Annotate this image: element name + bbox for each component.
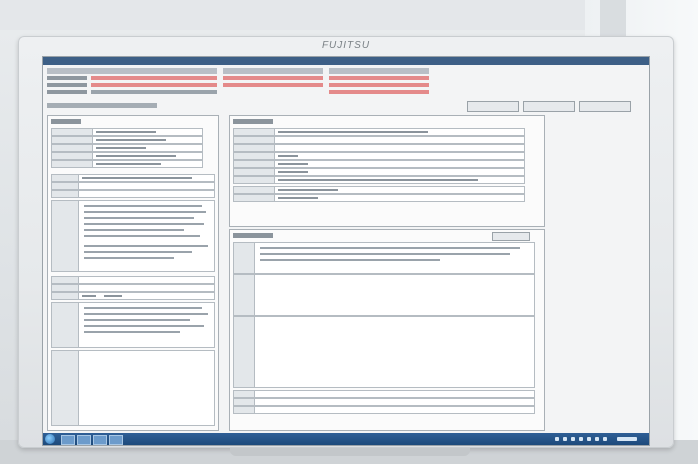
form-field[interactable] bbox=[51, 292, 215, 300]
header-row bbox=[47, 76, 217, 81]
form-field[interactable] bbox=[233, 176, 525, 184]
left-panel-title bbox=[51, 119, 81, 124]
windows-taskbar bbox=[43, 433, 649, 445]
form-field[interactable] bbox=[51, 152, 203, 160]
form-field[interactable] bbox=[233, 390, 535, 398]
taskbar-app-icon[interactable] bbox=[109, 435, 123, 445]
tray-icon[interactable] bbox=[603, 437, 607, 441]
right-bottom-panel-title bbox=[233, 233, 273, 238]
app-title-bar bbox=[43, 57, 649, 65]
start-button-icon[interactable] bbox=[45, 434, 55, 444]
left-form-panel bbox=[47, 115, 219, 431]
taskbar-app-icon[interactable] bbox=[93, 435, 107, 445]
header-row bbox=[47, 83, 217, 88]
system-tray bbox=[555, 435, 645, 443]
form-field[interactable] bbox=[233, 128, 525, 136]
form-field[interactable] bbox=[233, 136, 525, 144]
notes-textarea-3[interactable] bbox=[51, 350, 215, 426]
form-field[interactable] bbox=[51, 190, 215, 198]
header-block-heading bbox=[47, 68, 217, 74]
right-top-panel-title bbox=[233, 119, 273, 124]
form-field[interactable] bbox=[51, 276, 215, 284]
tray-icon[interactable] bbox=[587, 437, 591, 441]
tray-icon[interactable] bbox=[595, 437, 599, 441]
tray-icon[interactable] bbox=[555, 437, 559, 441]
form-field[interactable] bbox=[51, 174, 215, 182]
form-field[interactable] bbox=[51, 182, 215, 190]
tray-icon[interactable] bbox=[571, 437, 575, 441]
form-field[interactable] bbox=[51, 128, 203, 136]
notes-textarea-1[interactable] bbox=[51, 200, 215, 272]
toolbar-button-3[interactable] bbox=[579, 101, 631, 112]
form-field[interactable] bbox=[51, 160, 203, 168]
form-field[interactable] bbox=[233, 160, 525, 168]
clock[interactable] bbox=[617, 437, 637, 441]
form-field[interactable] bbox=[233, 152, 525, 160]
monitor-stand bbox=[230, 448, 470, 456]
notes-textarea-5[interactable] bbox=[233, 274, 535, 316]
toolbar-button-1[interactable] bbox=[467, 101, 519, 112]
form-field[interactable] bbox=[51, 284, 215, 292]
taskbar-app-icon[interactable] bbox=[77, 435, 91, 445]
monitor-bezel: FUJITSU bbox=[18, 36, 674, 448]
notes-textarea-4[interactable] bbox=[233, 242, 535, 274]
form-field[interactable] bbox=[233, 194, 525, 202]
form-field[interactable] bbox=[233, 168, 525, 176]
record-header bbox=[47, 68, 645, 98]
right-form-panel-top bbox=[229, 115, 545, 227]
notes-textarea-2[interactable] bbox=[51, 302, 215, 348]
form-field[interactable] bbox=[233, 144, 525, 152]
form-field[interactable] bbox=[233, 186, 525, 194]
breadcrumb bbox=[47, 103, 157, 108]
notes-textarea-6[interactable] bbox=[233, 316, 535, 388]
tray-icon[interactable] bbox=[579, 437, 583, 441]
header-block-patient bbox=[47, 68, 217, 98]
form-field[interactable] bbox=[51, 144, 203, 152]
tray-icon[interactable] bbox=[563, 437, 567, 441]
form-field[interactable] bbox=[51, 136, 203, 144]
form-field[interactable] bbox=[233, 406, 535, 414]
header-block-visit bbox=[223, 68, 323, 98]
header-row bbox=[47, 90, 217, 95]
monitor-brand-logo: FUJITSU bbox=[321, 40, 371, 51]
right-form-panel-bottom bbox=[229, 229, 545, 431]
panel-action-button[interactable] bbox=[492, 232, 530, 241]
taskbar-app-icon[interactable] bbox=[61, 435, 75, 445]
header-block-status bbox=[329, 68, 429, 98]
form-field[interactable] bbox=[233, 398, 535, 406]
toolbar-button-2[interactable] bbox=[523, 101, 575, 112]
app-toolbar bbox=[47, 101, 645, 112]
monitor-screen bbox=[42, 56, 650, 446]
